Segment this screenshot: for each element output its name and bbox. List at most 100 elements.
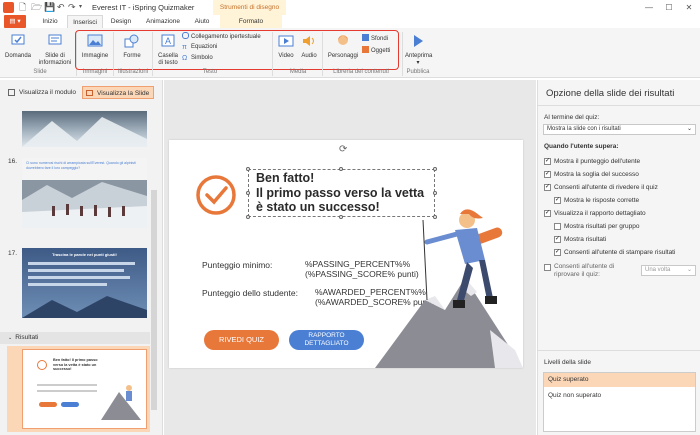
option-label: Mostra il punteggio dell'utente — [554, 158, 641, 165]
thumb-review-button — [39, 402, 57, 407]
option-label: Mostra risultati — [564, 236, 607, 243]
shapes-button[interactable]: Forme — [117, 34, 147, 60]
student-score-label: Punteggio dello studente: — [202, 288, 298, 298]
view-slide-button[interactable]: Visualizza la Slide — [82, 86, 154, 99]
app-logo-icon — [3, 2, 14, 13]
group-media-label: Media — [289, 69, 307, 75]
hyperlink-button[interactable]: Collegamento ipertestuale — [182, 32, 261, 41]
tab-insert[interactable]: Inserisci — [67, 15, 103, 28]
tab-file[interactable]: ▤ ▾ — [4, 15, 26, 28]
end-of-quiz-label: Al termine del quiz: — [544, 114, 600, 121]
image-button[interactable]: Immagine — [80, 34, 110, 60]
info-slide-label: Slide di informazioni — [38, 53, 72, 66]
checkbox-show-correct[interactable]: ✓ — [554, 197, 561, 204]
checkbox-show-threshold[interactable]: ✓ — [544, 171, 551, 178]
checkbox-show-score[interactable]: ✓ — [544, 158, 551, 165]
slide-thumbnail-16[interactable]: Ci sono numerosi rischi di arrampicata s… — [22, 158, 147, 228]
tab-help[interactable]: Aiuto — [190, 15, 214, 28]
info-slide-button[interactable]: Slide di informazioni — [36, 34, 74, 67]
retry-count-value: Una volta — [645, 267, 671, 273]
resize-handle[interactable] — [246, 191, 250, 195]
backgrounds-label: Sfondi — [371, 36, 389, 42]
tab-animation[interactable]: Animazione — [140, 15, 186, 28]
title-bar: 🗋 🗁 💾 ↶ ↷ ▾ Everest IT - iSpring Quizmak… — [0, 0, 700, 15]
objects-icon — [362, 46, 369, 53]
hyperlink-label: Collegamento ipertestuale — [191, 34, 261, 40]
checkbox-allow-review[interactable]: ✓ — [544, 184, 551, 191]
minimize-button[interactable]: — — [640, 2, 658, 13]
close-button[interactable]: ✕ — [680, 2, 698, 13]
video-button[interactable]: Video — [275, 34, 297, 60]
tab-design[interactable]: Design — [106, 15, 136, 28]
quick-access-dropdown-icon[interactable]: ▾ — [79, 2, 82, 13]
checkbox-detailed-report[interactable]: ✓ — [544, 210, 551, 217]
form-view-icon — [8, 89, 15, 96]
maximize-button[interactable]: ☐ — [660, 2, 678, 13]
level-item-passed[interactable]: Quiz superato — [544, 373, 695, 387]
slide-thumbnail-15[interactable] — [22, 111, 147, 147]
slides-scrollbar[interactable] — [151, 190, 157, 410]
preview-button[interactable]: Anteprima ▾ — [405, 34, 432, 67]
results-slide[interactable]: ⟳ Ben fatto! Il primo passo verso la vet… — [169, 140, 523, 368]
tab-home[interactable]: Inizio — [36, 15, 64, 28]
undo-icon[interactable]: ↶ — [57, 2, 65, 13]
results-section-header[interactable]: ⌄ Risultati — [0, 332, 150, 344]
slide-thumbnail-17[interactable]: Trascina le parole nei punti giusti! — [22, 248, 147, 318]
save-icon[interactable]: 💾 — [44, 2, 55, 13]
view-form-button[interactable]: Visualizza il modulo — [5, 86, 79, 99]
checkbox-allow-retry[interactable] — [544, 264, 551, 271]
results-section-label: Risultati — [15, 334, 39, 341]
chevron-down-icon: ⌄ — [686, 126, 692, 132]
group-slide-label: Slide — [33, 69, 47, 75]
option-label: Mostra la soglia del successo — [554, 171, 639, 178]
symbol-button[interactable]: Ω Simbolo — [182, 54, 213, 62]
tab-format[interactable]: Formato — [220, 15, 282, 28]
equations-button[interactable]: π Equazioni — [182, 43, 217, 51]
mountain-silhouette — [22, 296, 147, 318]
link-icon — [182, 32, 189, 39]
window-title: Everest IT - iSpring Quizmaker — [92, 3, 195, 12]
resize-handle[interactable] — [246, 215, 250, 219]
rotate-handle-icon[interactable]: ⟳ — [339, 144, 347, 155]
checkbox-show-results[interactable]: ✓ — [554, 236, 561, 243]
group-illustrations-label: Illustrazioni — [117, 69, 148, 75]
resize-handle[interactable] — [246, 167, 250, 171]
backgrounds-button[interactable]: Sfondi — [362, 34, 388, 43]
review-quiz-button[interactable]: RIVEDI QUIZ — [204, 330, 279, 350]
drawing-tools-context-header: Strumenti di disegno — [213, 0, 286, 15]
option-label: Consenti all'utente di rivedere il quiz — [554, 184, 658, 191]
preview-dropdown-icon[interactable]: ▾ — [405, 60, 431, 67]
group-library-label: Libreria dei contenuti — [333, 69, 389, 75]
checkbox-results-by-group[interactable] — [554, 223, 561, 230]
objects-button[interactable]: Oggetti — [362, 46, 390, 55]
open-folder-icon[interactable]: 🗁 — [31, 2, 42, 13]
view-slide-label: Visualizza la Slide — [97, 90, 150, 97]
ice-landscape-image — [22, 117, 147, 147]
level-item-failed[interactable]: Quiz non superato — [544, 389, 695, 403]
result-slide-thumbnail[interactable]: Ben fatto! Il primo passo verso la vetta… — [22, 349, 147, 429]
audio-button[interactable]: Audio — [298, 34, 320, 60]
ribbon: Domanda Slide di informazioni Slide Imma… — [0, 28, 700, 78]
option-label: Consenti all'utente di riprovare il quiz… — [554, 263, 615, 278]
option-label: Mostra le risposte corrette — [564, 197, 640, 204]
checkbox-allow-print[interactable]: ✓ — [554, 249, 561, 256]
question-label: Domanda — [4, 53, 31, 59]
new-file-icon[interactable]: 🗋 — [19, 2, 26, 13]
retry-count-select[interactable]: Una volta ⌄ — [641, 265, 696, 276]
question-button[interactable]: Domanda — [4, 34, 32, 60]
characters-button[interactable]: Personaggi — [325, 34, 361, 60]
thumb-climber-illustration — [101, 385, 141, 420]
shapes-label: Forme — [123, 53, 141, 59]
question-icon — [11, 34, 25, 45]
results-options-panel: Opzione della slide dei risultati Al ter… — [537, 80, 700, 435]
view-form-label: Visualizza il modulo — [19, 89, 76, 96]
resize-handle[interactable] — [339, 215, 343, 219]
chevron-down-icon: ⌄ — [686, 267, 692, 273]
end-of-quiz-select[interactable]: Mostra la slide con i risultati ⌄ — [543, 124, 696, 135]
textbox-button[interactable]: A Casella di testo — [155, 34, 181, 67]
image-icon — [87, 34, 103, 47]
detailed-report-button[interactable]: RAPPORTO DETTAGLIATO — [289, 330, 364, 350]
drag-words-placeholder — [28, 262, 141, 290]
redo-icon[interactable]: ↷ — [68, 2, 76, 13]
objects-label: Oggetti — [371, 48, 391, 54]
